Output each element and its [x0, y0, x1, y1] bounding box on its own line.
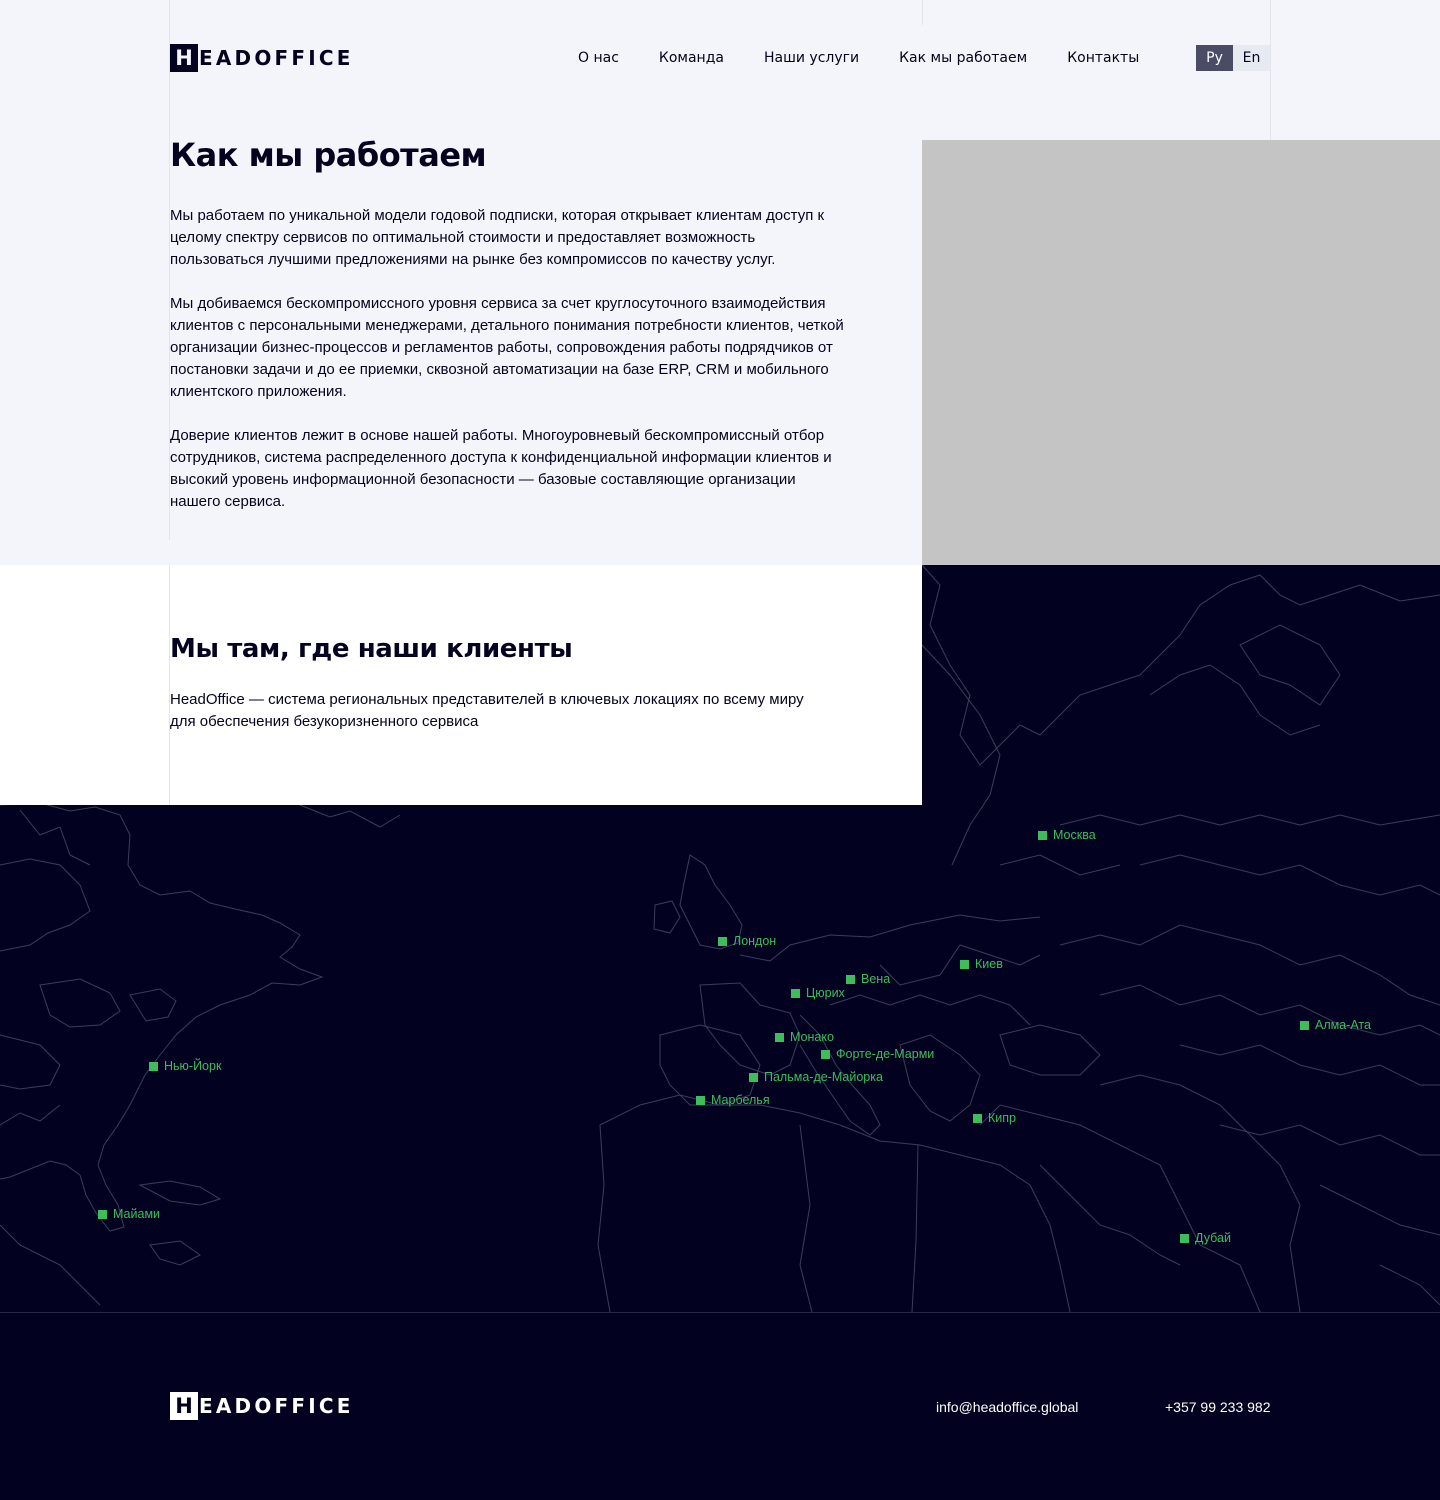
city-marker-forte-dei-marmi[interactable]: Форте-де-Марми [821, 1047, 934, 1061]
marker-dot [1038, 830, 1047, 840]
nav-item-contacts[interactable]: Контакты [1067, 50, 1139, 66]
city-marker-kyiv[interactable]: Киев [960, 957, 1003, 971]
marker-dot [718, 936, 727, 946]
marker-dot [98, 1209, 107, 1219]
nav-item-team[interactable]: Команда [659, 50, 724, 66]
city-marker-cyprus[interactable]: Кипр [973, 1111, 1016, 1125]
city-marker-new-york[interactable]: Нью-Йорк [149, 1059, 221, 1073]
hero-paragraph-2: Мы добиваемся бескомпромиссного уровня с… [170, 295, 844, 400]
marker-dot [973, 1113, 982, 1123]
city-label: Киев [975, 957, 1003, 971]
city-label: Майами [113, 1207, 161, 1221]
city-label: Цюрих [806, 986, 845, 1000]
footer-phone-link[interactable]: +357 99 233 982 [1165, 1399, 1271, 1415]
marker-dot [696, 1095, 705, 1105]
main-nav: О нас Команда Наши услуги Как мы работае… [578, 45, 1179, 71]
city-label: Марбелья [711, 1093, 770, 1107]
city-marker-palma[interactable]: Пальма-де-Майорка [749, 1070, 883, 1084]
city-marker-moscow[interactable]: Москва [1038, 828, 1096, 842]
city-label: Лондон [733, 934, 777, 948]
lang-ru-button[interactable]: Ру [1196, 45, 1233, 71]
hero-paragraph-3: Доверие клиентов лежит в основе нашей ра… [170, 427, 832, 510]
city-marker-dubai[interactable]: Дубай [1180, 1231, 1231, 1245]
city-label: Дубай [1195, 1231, 1231, 1245]
nav-item-how-we-work[interactable]: Как мы работаем [899, 50, 1027, 66]
marker-dot [1180, 1233, 1189, 1243]
logo-letter: H [170, 44, 198, 72]
city-marker-almaty[interactable]: Алма-Ата [1300, 1018, 1371, 1032]
logo-letter: H [170, 1392, 198, 1420]
hero-image-placeholder [922, 140, 1440, 565]
city-label: Москва [1053, 828, 1096, 842]
language-switcher: Ру En [1196, 45, 1270, 71]
marker-dot [821, 1049, 830, 1059]
marker-dot [846, 974, 855, 984]
city-label: Кипр [988, 1111, 1016, 1125]
page-title: Как мы работаем [170, 136, 487, 174]
city-label: Нью-Йорк [164, 1059, 222, 1073]
footer-email-link[interactable]: info@headoffice.global [936, 1399, 1078, 1415]
hero-paragraph-1: Мы работаем по уникальной модели годовой… [170, 207, 825, 268]
city-label: Монако [790, 1030, 834, 1044]
city-label: Пальма-де-Майорка [764, 1070, 883, 1084]
marker-dot [149, 1061, 158, 1071]
logo[interactable]: H EADOFFICE [170, 44, 354, 72]
locations-title: Мы там, где наши клиенты [170, 634, 573, 664]
lang-en-button[interactable]: En [1233, 45, 1270, 71]
marker-dot [1300, 1020, 1309, 1030]
logo-text: EADOFFICE [199, 1394, 354, 1418]
guide-line-right [1270, 0, 1271, 140]
city-marker-miami[interactable]: Майами [98, 1207, 160, 1221]
locations-card [0, 565, 922, 805]
nav-item-services[interactable]: Наши услуги [764, 50, 859, 66]
guide-line-left-bottom [169, 565, 170, 805]
city-marker-london[interactable]: Лондон [718, 934, 776, 948]
nav-item-about[interactable]: О нас [578, 50, 619, 66]
locations-description: HeadOffice — система региональных предст… [170, 691, 804, 730]
footer-logo[interactable]: H EADOFFICE [170, 1392, 354, 1420]
marker-dot [775, 1032, 784, 1042]
city-marker-zurich[interactable]: Цюрих [791, 986, 845, 1000]
city-marker-vienna[interactable]: Вена [846, 972, 890, 986]
city-label: Алма-Ата [1315, 1018, 1371, 1032]
guide-line-center [922, 0, 923, 25]
city-marker-marbella[interactable]: Марбелья [696, 1093, 770, 1107]
logo-text: EADOFFICE [199, 46, 354, 70]
city-marker-monaco[interactable]: Монако [775, 1030, 834, 1044]
marker-dot [749, 1072, 758, 1082]
city-label: Форте-де-Марми [836, 1047, 935, 1061]
marker-dot [960, 959, 969, 969]
city-label: Вена [861, 972, 891, 986]
marker-dot [791, 988, 800, 998]
